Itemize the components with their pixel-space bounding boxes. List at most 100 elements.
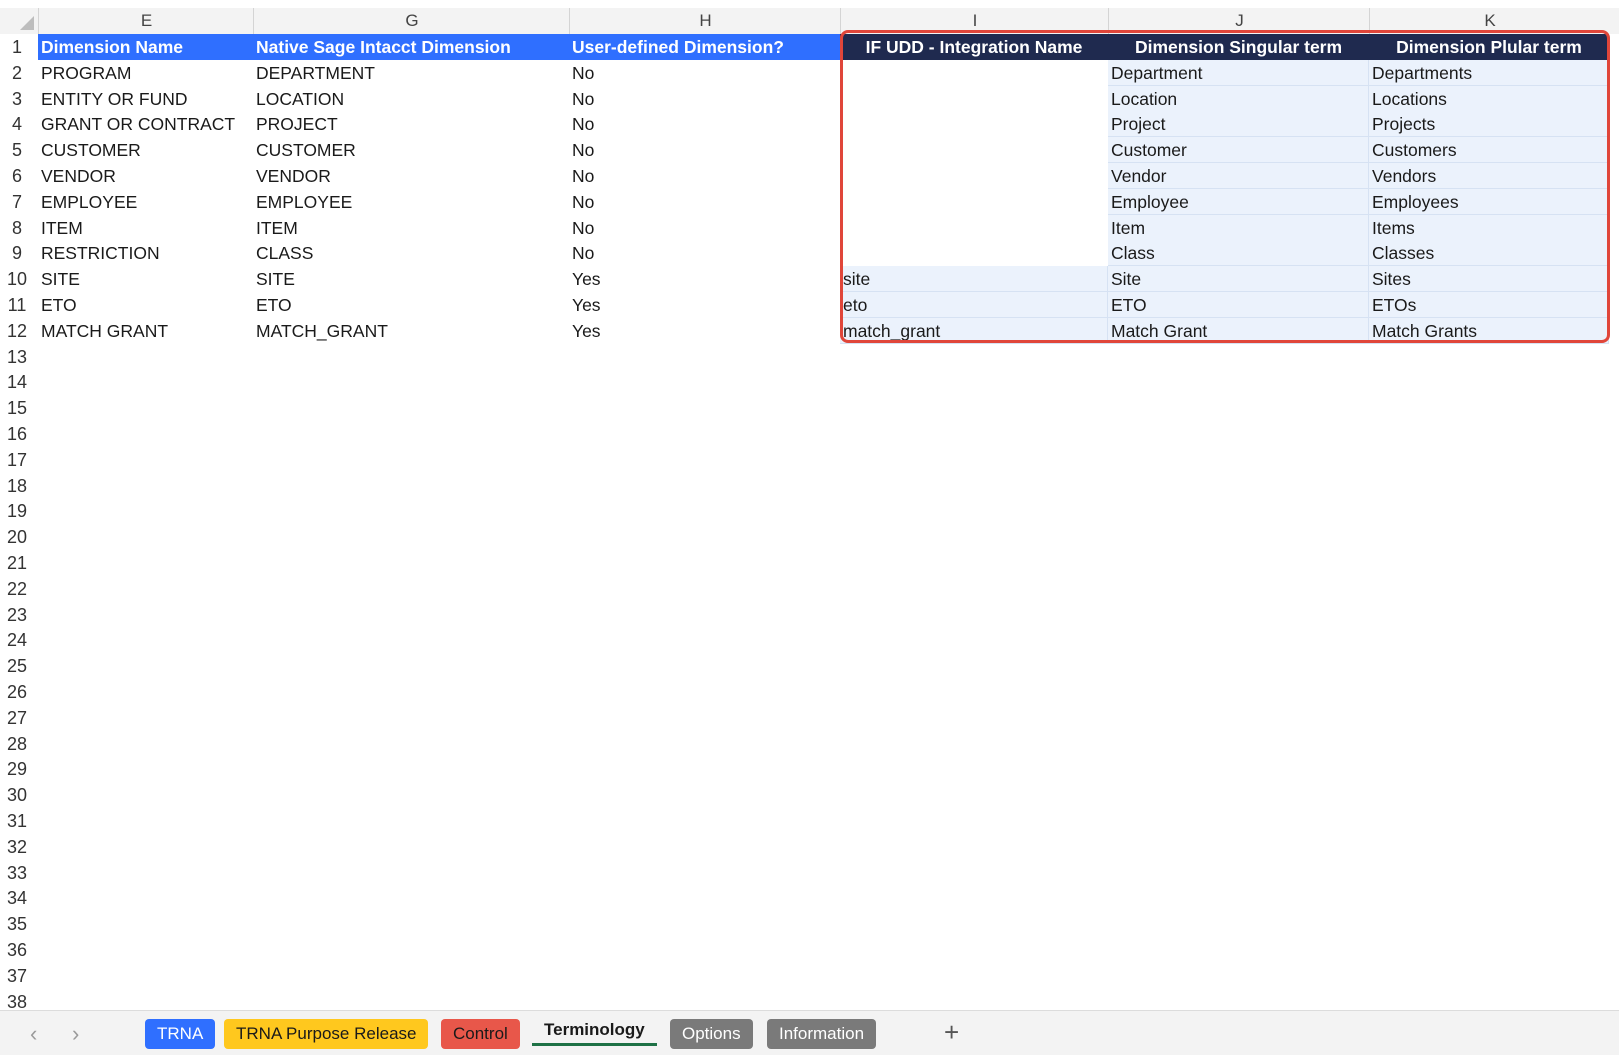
cell-g[interactable]: DEPARTMENT — [253, 60, 569, 86]
sheet-tab-information[interactable]: Information — [767, 1019, 877, 1049]
cell-g[interactable]: VENDOR — [253, 163, 569, 189]
row-number[interactable]: 19 — [0, 498, 34, 524]
header-cell-native-dimension[interactable]: Native Sage Intacct Dimension — [253, 34, 569, 60]
row-number[interactable]: 24 — [0, 627, 34, 653]
row-number[interactable]: 14 — [0, 369, 34, 395]
row-number[interactable]: 32 — [0, 834, 34, 860]
row-number[interactable]: 28 — [0, 731, 34, 757]
cell-k[interactable]: Locations — [1369, 85, 1609, 112]
cell-h[interactable]: No — [569, 60, 840, 86]
cell-e[interactable]: VENDOR — [38, 163, 253, 189]
row-number[interactable]: 7 — [0, 189, 34, 215]
cell-k[interactable]: ETOs — [1369, 292, 1609, 318]
next-sheet-icon[interactable]: › — [72, 1021, 79, 1047]
cell-h[interactable]: No — [569, 163, 840, 189]
row-number[interactable]: 27 — [0, 705, 34, 731]
cell-g[interactable]: EMPLOYEE — [253, 189, 569, 215]
cell-g[interactable]: CLASS — [253, 240, 569, 266]
cell-i[interactable]: site — [840, 266, 1108, 293]
row-number[interactable]: 25 — [0, 653, 34, 679]
row-number[interactable]: 37 — [0, 963, 34, 989]
cell-e[interactable]: PROGRAM — [38, 60, 253, 86]
cell-k[interactable]: Departments — [1369, 59, 1609, 86]
cell-j[interactable]: Department — [1108, 59, 1369, 86]
row-number[interactable]: 13 — [0, 344, 34, 370]
cell-j[interactable]: Match Grant — [1108, 317, 1369, 344]
row-number[interactable]: 36 — [0, 937, 34, 963]
cell-j[interactable]: Site — [1108, 266, 1369, 293]
row-number[interactable]: 33 — [0, 860, 34, 886]
cell-i[interactable] — [840, 215, 1108, 241]
cell-g[interactable]: SITE — [253, 266, 569, 292]
cell-h[interactable]: Yes — [569, 318, 840, 344]
column-header-h[interactable]: H — [569, 8, 841, 34]
cell-i[interactable] — [840, 111, 1108, 137]
cell-h[interactable]: No — [569, 240, 840, 266]
header-cell-dimension-name[interactable]: Dimension Name — [38, 34, 253, 60]
cell-i[interactable]: eto — [840, 292, 1108, 318]
sheet-tab-control[interactable]: Control — [441, 1019, 520, 1049]
cell-j[interactable]: Class — [1108, 240, 1369, 267]
row-number[interactable]: 30 — [0, 782, 34, 808]
cell-i[interactable] — [840, 137, 1108, 163]
cell-h[interactable]: No — [569, 111, 840, 137]
cell-k[interactable]: Sites — [1369, 266, 1609, 293]
cell-h[interactable]: No — [569, 137, 840, 163]
cell-h[interactable]: No — [569, 189, 840, 215]
row-number[interactable]: 15 — [0, 395, 34, 421]
cell-i[interactable] — [840, 86, 1108, 112]
cell-j[interactable]: Project — [1108, 111, 1369, 138]
cell-e[interactable]: ENTITY OR FUND — [38, 86, 253, 112]
cell-g[interactable]: CUSTOMER — [253, 137, 569, 163]
select-all-corner[interactable] — [0, 8, 38, 34]
header-cell-singular-term[interactable]: Dimension Singular term — [1108, 34, 1369, 60]
row-number[interactable]: 34 — [0, 885, 34, 911]
cell-k[interactable]: Customers — [1369, 137, 1609, 164]
column-header-i[interactable]: I — [840, 8, 1109, 34]
cell-i[interactable] — [840, 240, 1108, 266]
row-number[interactable]: 22 — [0, 576, 34, 602]
row-number[interactable]: 16 — [0, 421, 34, 447]
row-number[interactable]: 21 — [0, 550, 34, 576]
cell-e[interactable]: MATCH GRANT — [38, 318, 253, 344]
row-number[interactable]: 6 — [0, 163, 34, 189]
cell-k[interactable]: Items — [1369, 214, 1609, 241]
cell-i[interactable]: match_grant — [840, 317, 1108, 344]
row-number[interactable]: 29 — [0, 756, 34, 782]
header-cell-integration-name[interactable]: IF UDD - Integration Name — [840, 34, 1108, 60]
cell-h[interactable]: Yes — [569, 292, 840, 318]
cell-e[interactable]: ETO — [38, 292, 253, 318]
row-number[interactable]: 17 — [0, 447, 34, 473]
cell-e[interactable]: ITEM — [38, 215, 253, 241]
row-number[interactable]: 35 — [0, 911, 34, 937]
row-number[interactable]: 3 — [0, 86, 34, 112]
cell-j[interactable]: ETO — [1108, 292, 1369, 318]
add-sheet-icon[interactable]: + — [944, 1017, 959, 1048]
row-number[interactable]: 18 — [0, 473, 34, 499]
cell-e[interactable]: RESTRICTION — [38, 240, 253, 266]
row-number[interactable]: 23 — [0, 602, 34, 628]
row-number[interactable]: 20 — [0, 524, 34, 550]
cell-j[interactable]: Vendor — [1108, 163, 1369, 189]
cell-g[interactable]: ETO — [253, 292, 569, 318]
cell-i[interactable] — [840, 189, 1108, 215]
column-header-k[interactable]: K — [1369, 8, 1610, 34]
cell-g[interactable]: LOCATION — [253, 86, 569, 112]
cell-h[interactable]: Yes — [569, 266, 840, 292]
row-number[interactable]: 31 — [0, 808, 34, 834]
row-number[interactable]: 11 — [0, 292, 34, 318]
cell-h[interactable]: No — [569, 86, 840, 112]
column-header-j[interactable]: J — [1108, 8, 1370, 34]
row-number[interactable]: 4 — [0, 111, 34, 137]
cell-k[interactable]: Classes — [1369, 240, 1609, 267]
header-cell-user-defined[interactable]: User-defined Dimension? — [569, 34, 840, 60]
row-number[interactable]: 1 — [0, 34, 34, 60]
cell-g[interactable]: MATCH_GRANT — [253, 318, 569, 344]
cell-j[interactable]: Customer — [1108, 137, 1369, 164]
cell-i[interactable] — [840, 163, 1108, 189]
row-number[interactable]: 12 — [0, 318, 34, 344]
row-number[interactable]: 26 — [0, 679, 34, 705]
cell-k[interactable]: Projects — [1369, 111, 1609, 138]
cell-j[interactable]: Employee — [1108, 188, 1369, 215]
row-number[interactable]: 8 — [0, 215, 34, 241]
